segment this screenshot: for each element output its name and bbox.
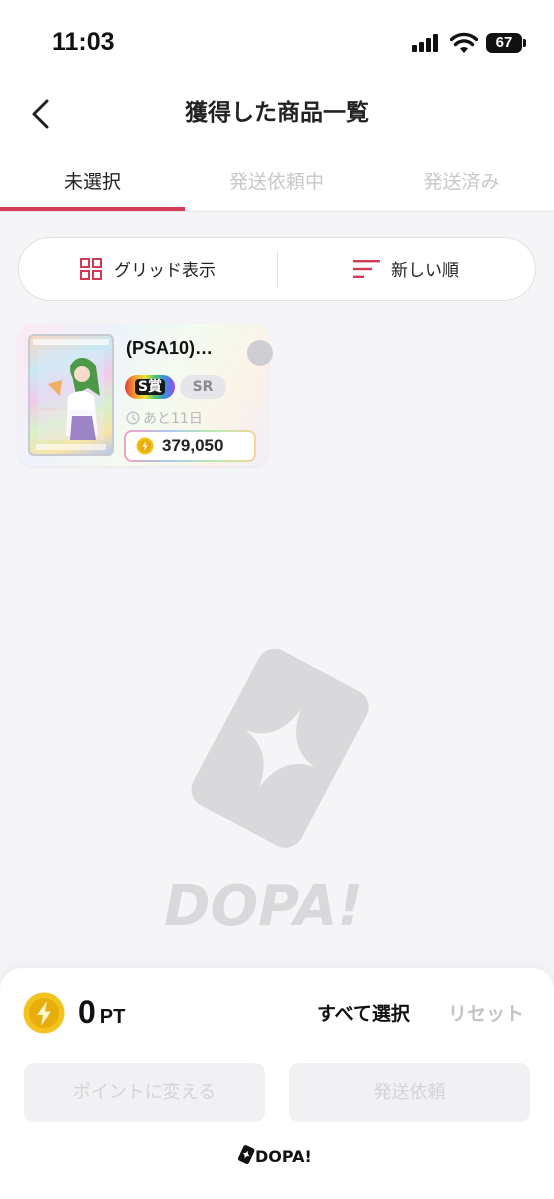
prize-badge: S賞 [125,375,175,399]
select-all-button[interactable]: すべて選択 [317,999,410,1026]
card-image [28,334,114,456]
dopa-footer-logo: DOPA! [238,1145,312,1166]
price-value: 379,050 [162,436,224,455]
battery-tip [523,39,526,47]
battery-icon: 67 [486,33,522,53]
top-area: 11:03 67 獲得した商品一覧 未選択 発送依頼中 発送済み [0,0,554,212]
tab-divider [0,211,554,212]
prize-badge-label: S賞 [134,379,166,395]
tab-bar: 未選択 発送依頼中 発送済み [0,160,554,212]
sort-label: 新しい順 [391,261,459,281]
page-title: 獲得した商品一覧 [185,100,369,126]
footer-logo-text: DOPA! [255,1147,312,1166]
shipping-request-button[interactable]: 発送依頼 [289,1063,530,1122]
convert-to-points-button[interactable]: ポイントに変える [24,1063,265,1122]
grid-icon [80,257,102,280]
watermark-text: DOPA! [164,874,363,935]
sort-icon [353,259,380,278]
rarity-badge: SR [180,375,226,399]
tab-unselected[interactable]: 未選択 [0,160,185,212]
points-total: 0 PT [78,994,125,1031]
expiry-info: あと11日 [126,408,203,428]
wifi-icon [450,32,478,53]
status-time: 11:03 [52,28,115,56]
item-title: (PSA10)… [126,338,214,358]
cellular-signal-icon [412,34,442,52]
clock-icon [126,411,140,425]
sort-button[interactable]: 新しい順 [278,238,534,299]
expiry-label: あと11日 [143,411,203,427]
item-select-checkbox[interactable] [247,340,273,366]
item-price: 379,050 [124,430,256,462]
view-sort-toolbar: グリッド表示 新しい順 [18,237,536,301]
bottom-action-panel: 0 PT すべて選択 リセット ポイントに変える 発送依頼 DOPA! [0,968,554,1199]
tab-shipped[interactable]: 発送済み [369,160,554,212]
item-card[interactable]: (PSA10)… S賞 SR あと11日 379,050 [18,324,273,466]
grid-view-button[interactable]: グリッド表示 [19,238,277,299]
dopa-watermark-logo: DOPA! [164,648,369,935]
grid-view-label: グリッド表示 [114,261,216,281]
points-unit: PT [99,1006,126,1028]
reset-button[interactable]: リセット [448,999,524,1026]
points-value: 0 [78,994,96,1030]
status-bar: 11:03 67 [0,0,554,80]
points-coin-icon [23,992,65,1034]
coin-icon [136,437,154,455]
card-artwork [33,339,109,450]
tab-shipping-requested[interactable]: 発送依頼中 [184,160,369,212]
